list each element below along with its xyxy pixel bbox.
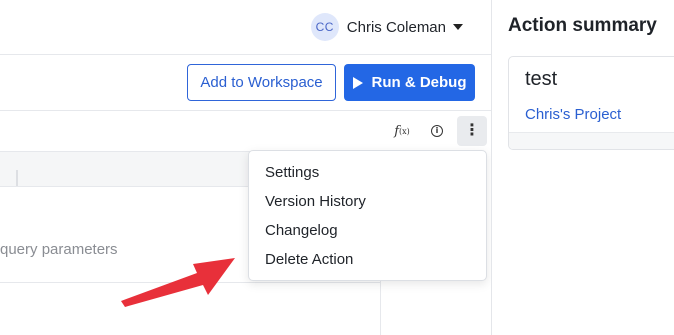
menu-item-changelog[interactable]: Changelog — [249, 216, 486, 245]
user-menu[interactable]: CC Chris Coleman — [310, 13, 463, 41]
action-summary-panel: Action summary test Chris's Project — [492, 0, 674, 335]
more-options-button[interactable]: ⋮ — [457, 116, 487, 146]
project-link[interactable]: Chris's Project — [525, 106, 621, 123]
info-button[interactable]: i — [423, 117, 451, 145]
menu-item-settings[interactable]: Settings — [249, 158, 486, 187]
function-icon-x: (x) — [399, 126, 410, 136]
more-vertical-icon: ⋮ — [464, 122, 480, 139]
card-footer — [509, 132, 674, 149]
more-options-menu: Settings Version History Changelog Delet… — [248, 150, 487, 281]
function-icon[interactable]: f (x) — [388, 117, 416, 145]
action-summary-title: Action summary — [508, 15, 657, 36]
run-debug-button[interactable]: Run & Debug — [344, 64, 475, 101]
main-panel: CC Chris Coleman Add to Workspace Run & … — [0, 0, 491, 335]
menu-item-delete-action[interactable]: Delete Action — [249, 245, 486, 274]
add-to-workspace-button[interactable]: Add to Workspace — [187, 64, 336, 101]
action-card: test Chris's Project — [508, 56, 674, 150]
column-resize-handle[interactable] — [16, 170, 18, 186]
play-icon — [352, 76, 363, 89]
action-name: test — [525, 68, 558, 90]
run-debug-label: Run & Debug — [371, 74, 467, 91]
toolbar-divider — [0, 110, 491, 111]
info-icon: i — [431, 125, 443, 137]
annotation-arrow-icon — [121, 258, 235, 307]
user-name[interactable]: Chris Coleman — [347, 19, 446, 36]
menu-item-version-history[interactable]: Version History — [249, 187, 486, 216]
header-divider — [0, 54, 491, 55]
chevron-down-icon[interactable] — [453, 24, 463, 30]
avatar[interactable]: CC — [310, 13, 339, 41]
query-parameters-text: query parameters — [0, 241, 118, 258]
add-to-workspace-label: Add to Workspace — [200, 74, 323, 91]
